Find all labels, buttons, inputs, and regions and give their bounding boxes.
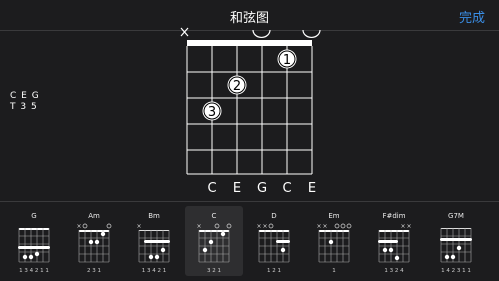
svg-text:1 2 1: 1 2 1 — [267, 268, 281, 274]
note-label: E — [308, 181, 316, 196]
chord-thumb-g[interactable]: G 1 3 4 2 1 1 — [5, 206, 63, 276]
mini-diagram: × 3 2 1 — [196, 223, 232, 274]
chord-thumb-d[interactable]: D × × 1 2 1 — [245, 206, 303, 276]
svg-text:×: × — [316, 223, 321, 230]
mini-diagram: × × 1 3 2 4 — [378, 223, 412, 274]
chord-thumb-em[interactable]: Em × × 1 — [305, 206, 363, 276]
svg-text:×: × — [262, 223, 267, 230]
svg-text:×: × — [136, 223, 141, 230]
svg-text:1: 1 — [283, 53, 291, 68]
svg-text:1 3 4 2 1: 1 3 4 2 1 — [142, 268, 167, 274]
frets — [187, 71, 312, 175]
chord-thumb-am[interactable]: Am × 2 3 1 — [65, 206, 123, 276]
mini-diagram: 1 4 2 3 1 1 — [440, 228, 472, 274]
mini-diagram: × × 1 — [316, 223, 352, 274]
chord-thumb-c[interactable]: C × 3 2 1 — [185, 206, 243, 276]
chord-strip: G 1 3 4 2 1 1 Am × 2 3 1 Bm × 1 3 4 2 1 … — [0, 202, 499, 281]
open-marker — [252, 29, 271, 38]
mini-diagram: × × 1 2 1 — [256, 223, 290, 274]
finger-dot: 1 — [277, 49, 297, 69]
svg-text:×: × — [322, 223, 327, 230]
svg-text:1 3 4 2 1 1: 1 3 4 2 1 1 — [19, 268, 49, 274]
chord-diagram: 1 2 3 C E G C E — [180, 27, 321, 196]
open-marker — [302, 29, 321, 38]
mini-diagram: × 2 3 1 — [76, 223, 112, 274]
chord-thumb-fsharp-dim[interactable]: F#dim × × 1 3 2 4 — [365, 206, 423, 276]
string-status-markers — [180, 27, 321, 38]
svg-text:×: × — [196, 223, 201, 230]
svg-text:1: 1 — [332, 268, 336, 274]
chord-thumb-bm[interactable]: Bm × 1 3 4 2 1 — [125, 206, 183, 276]
svg-text:1 3 2 4: 1 3 2 4 — [384, 268, 404, 274]
note-label: C — [282, 181, 291, 196]
nut — [187, 40, 312, 46]
svg-text:3: 3 — [208, 105, 216, 120]
finger-dot: 3 — [202, 101, 222, 121]
chord-thumb-g7m[interactable]: G7M 1 4 2 3 1 1 — [427, 206, 485, 276]
mini-diagram: 1 3 4 2 1 1 — [18, 228, 50, 274]
finger-dot: 2 — [227, 75, 247, 95]
note-label: G — [257, 181, 267, 196]
note-label: C — [207, 181, 216, 196]
svg-text:2: 2 — [233, 79, 241, 94]
svg-text:1 4 2 3 1 1: 1 4 2 3 1 1 — [441, 268, 471, 274]
svg-text:2 3 1: 2 3 1 — [87, 268, 101, 274]
note-label: E — [233, 181, 241, 196]
svg-text:×: × — [406, 223, 411, 230]
mini-diagram: × 1 3 4 2 1 — [136, 223, 170, 274]
svg-text:3 2 1: 3 2 1 — [207, 268, 221, 274]
svg-text:×: × — [256, 223, 261, 230]
svg-text:×: × — [76, 223, 81, 230]
svg-text:×: × — [400, 223, 405, 230]
